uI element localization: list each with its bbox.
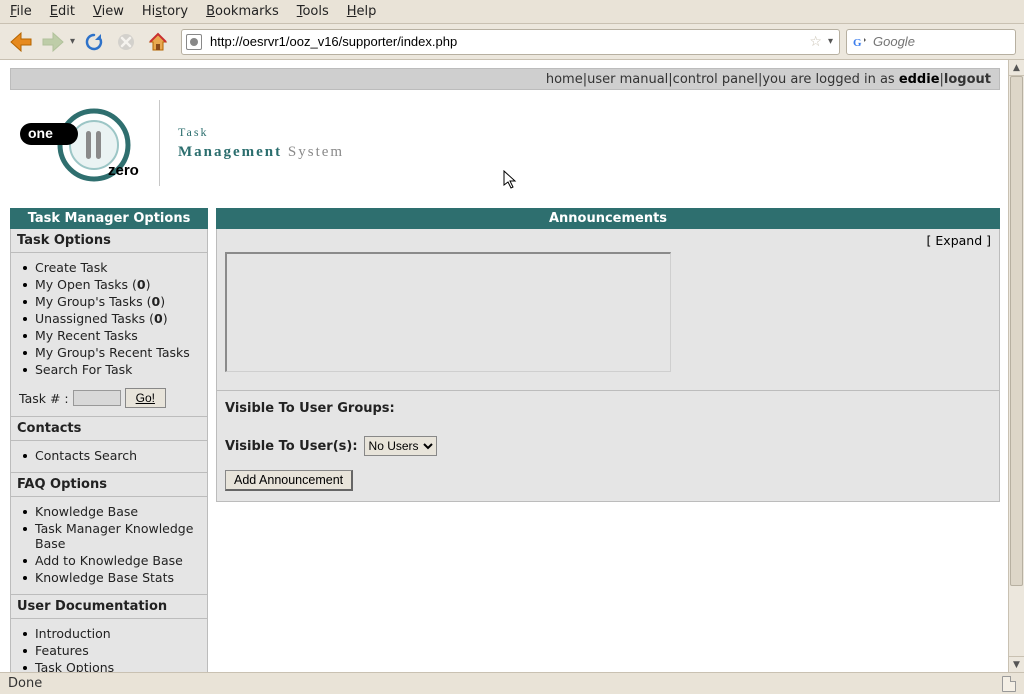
visible-to-groups-label: Visible To User Groups: — [225, 401, 991, 436]
search-input[interactable] — [871, 33, 1024, 50]
logged-in-text: you are logged in as eddie — [762, 72, 939, 87]
visible-to-users-label: Visible To User(s): — [225, 439, 358, 454]
forward-button[interactable] — [40, 29, 66, 55]
section-docs-head: User Documentation — [10, 595, 208, 619]
sidebar-title: Task Manager Options — [10, 208, 208, 229]
search-engine-icon[interactable]: G — [851, 34, 867, 50]
link-logout[interactable]: logout — [944, 72, 991, 87]
sidebar-task-item-4[interactable]: My Recent Tasks — [15, 327, 203, 344]
one-zero-logo: one zero — [16, 103, 141, 183]
menu-tools[interactable]: Tools — [297, 4, 329, 19]
back-button[interactable] — [8, 29, 34, 55]
sidebar-docs-item-2[interactable]: Task Options — [15, 659, 203, 672]
status-bar: Done — [0, 672, 1024, 694]
task-number-label: Task # : — [19, 391, 69, 406]
browser-menu-bar: File Edit View History Bookmarks Tools H… — [0, 0, 1024, 24]
section-contacts-head: Contacts — [10, 417, 208, 441]
sidebar-task-item-1[interactable]: My Open Tasks (0) — [15, 276, 203, 293]
announcements-title: Announcements — [216, 208, 1000, 229]
reload-button[interactable] — [81, 29, 107, 55]
section-task-options-head: Task Options — [10, 229, 208, 253]
sidebar-docs-item-0[interactable]: Introduction — [15, 625, 203, 642]
main-panel: Announcements [ Expand ] Visible To User… — [216, 208, 1000, 672]
sidebar-faq-item-2[interactable]: Add to Knowledge Base — [15, 552, 203, 569]
task-number-input[interactable] — [73, 390, 121, 406]
bookmark-star-icon[interactable]: ☆ — [809, 34, 822, 50]
sidebar-faq-item-3[interactable]: Knowledge Base Stats — [15, 569, 203, 586]
page-top-links: home | user manual | control panel | you… — [10, 68, 1000, 90]
task-go-button[interactable]: Go! — [125, 388, 166, 408]
menu-bookmarks[interactable]: Bookmarks — [206, 4, 279, 19]
home-button[interactable] — [145, 29, 171, 55]
browser-toolbar: ▾ document.querySelector('[data-name="ur… — [0, 24, 1024, 60]
menu-edit[interactable]: Edit — [50, 4, 75, 19]
sidebar-docs-item-1[interactable]: Features — [15, 642, 203, 659]
sidebar: Task Manager Options Task Options Create… — [10, 208, 208, 672]
menu-file[interactable]: File — [10, 4, 32, 19]
announcement-separator — [217, 390, 999, 391]
link-user-manual[interactable]: user manual — [587, 72, 668, 87]
url-history-dropdown-icon[interactable]: ▾ — [828, 36, 835, 47]
sidebar-task-item-3[interactable]: Unassigned Tasks (0) — [15, 310, 203, 327]
menu-view[interactable]: View — [93, 4, 124, 19]
sidebar-task-item-0[interactable]: Create Task — [15, 259, 203, 276]
status-text: Done — [8, 676, 42, 691]
current-user: eddie — [899, 72, 940, 87]
stop-button[interactable] — [113, 29, 139, 55]
menu-history[interactable]: History — [142, 4, 188, 19]
svg-text:G: G — [853, 37, 862, 49]
svg-text:zero: zero — [108, 162, 139, 179]
svg-text:one: one — [28, 125, 53, 141]
branding-row: one zero Task Management System — [10, 90, 1000, 208]
vertical-scrollbar[interactable]: ▲ ▼ — [1008, 60, 1024, 672]
sidebar-faq-item-1[interactable]: Task Manager Knowledge Base — [15, 520, 203, 552]
sidebar-contacts-item-0[interactable]: Contacts Search — [15, 447, 203, 464]
url-bar[interactable]: document.querySelector('[data-name="url-… — [181, 29, 840, 55]
history-dropdown-icon[interactable]: ▾ — [70, 36, 75, 47]
add-announcement-button[interactable]: Add Announcement — [225, 470, 353, 491]
sidebar-task-item-2[interactable]: My Group's Tasks (0) — [15, 293, 203, 310]
announcement-textarea[interactable] — [225, 252, 671, 372]
visible-to-users-select[interactable]: No Users — [364, 436, 437, 456]
page-info-icon[interactable] — [1002, 676, 1016, 692]
link-control-panel[interactable]: control panel — [673, 72, 758, 87]
brand-divider — [159, 100, 160, 186]
viewport: ▲ ▼ home | user manual | control panel |… — [0, 60, 1024, 672]
expand-link[interactable]: [ Expand ] — [927, 233, 991, 248]
site-identity-icon[interactable] — [186, 34, 202, 50]
url-input[interactable] — [208, 33, 803, 50]
menu-help[interactable]: Help — [347, 4, 377, 19]
section-faq-head: FAQ Options — [10, 473, 208, 497]
sidebar-task-item-6[interactable]: Search For Task — [15, 361, 203, 378]
link-home[interactable]: home — [546, 72, 583, 87]
sidebar-faq-item-0[interactable]: Knowledge Base — [15, 503, 203, 520]
sidebar-task-item-5[interactable]: My Group's Recent Tasks — [15, 344, 203, 361]
brand-text: Task Management System — [178, 125, 344, 161]
search-bar[interactable]: G — [846, 29, 1016, 55]
